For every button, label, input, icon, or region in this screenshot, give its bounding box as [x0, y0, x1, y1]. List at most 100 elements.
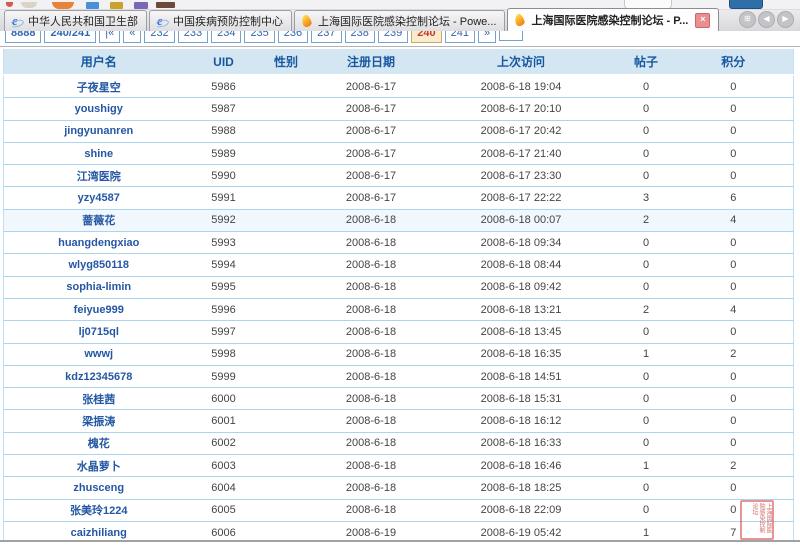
- pagination-page-240[interactable]: 240: [411, 31, 441, 43]
- uid-cell: 5995: [194, 276, 254, 298]
- browser-tab[interactable]: 中华人民共和国卫生部: [4, 10, 147, 31]
- uid-cell: 5990: [194, 165, 254, 187]
- credits-cell: 0: [674, 276, 794, 298]
- pagination-page-239[interactable]: 239: [378, 31, 408, 43]
- username-link[interactable]: 张桂茜: [82, 394, 115, 406]
- last-visit-cell: 2008-6-18 19:04: [424, 75, 619, 98]
- last-visit-cell: 2008-6-18 16:35: [424, 343, 619, 365]
- tab-label: 中华人民共和国卫生部: [28, 13, 138, 29]
- pagination-page-232[interactable]: 232: [144, 31, 174, 43]
- username-link[interactable]: zhusceng: [73, 482, 124, 494]
- username-link[interactable]: 江湾医院: [77, 171, 121, 183]
- reg-date-cell: 2008-6-18: [319, 254, 424, 276]
- uid-cell: 6001: [194, 410, 254, 432]
- gender-cell: [254, 455, 319, 477]
- quick-tabs-icon[interactable]: ⊞: [739, 11, 756, 28]
- ie-icon: [155, 15, 169, 28]
- posts-cell: 0: [619, 321, 674, 343]
- browser-tab[interactable]: 上海国际医院感染控制论坛 - P... ×: [507, 8, 719, 31]
- reg-date-cell: 2008-6-18: [319, 276, 424, 298]
- tab-scroll-left-icon[interactable]: ◀: [758, 11, 775, 28]
- username-cell: yzy4587: [4, 187, 194, 209]
- table-row: youshigy59872008-6-172008-6-17 20:1000: [4, 98, 794, 120]
- pagination-prev-button[interactable]: «: [123, 31, 141, 43]
- username-link[interactable]: 梁振涛: [82, 416, 115, 428]
- posts-cell: 0: [619, 142, 674, 164]
- pagination-page-233[interactable]: 233: [178, 31, 208, 43]
- reg-date-cell: 2008-6-17: [319, 75, 424, 98]
- gender-cell: [254, 142, 319, 164]
- table-row: 梁振涛60012008-6-182008-6-18 16:1200: [4, 410, 794, 432]
- last-visit-cell: 2008-6-17 23:30: [424, 165, 619, 187]
- tab-label: 中国疾病预防控制中心: [173, 13, 283, 29]
- username-link[interactable]: youshigy: [75, 103, 123, 115]
- pagination-page-237[interactable]: 237: [311, 31, 341, 43]
- reg-date-cell: 2008-6-18: [319, 477, 424, 499]
- username-link[interactable]: kdz12345678: [65, 371, 132, 383]
- browser-tab[interactable]: 上海国际医院感染控制论坛 - Powe...: [294, 10, 505, 31]
- uid-cell: 6002: [194, 432, 254, 454]
- username-link[interactable]: shine: [84, 148, 113, 160]
- go-button-partial: [729, 0, 763, 9]
- last-visit-cell: 2008-6-18 00:07: [424, 209, 619, 231]
- column-header: 性别: [254, 49, 319, 75]
- browser-window: 中华人民共和国卫生部 中国疾病预防控制中心 上海国际医院感染控制论坛 - Pow…: [0, 0, 800, 545]
- username-link[interactable]: yzy4587: [78, 192, 120, 204]
- username-link[interactable]: sophia-limin: [66, 281, 131, 293]
- table-row: kdz1234567859992008-6-182008-6-18 14:510…: [4, 365, 794, 387]
- username-link[interactable]: wlyg850118: [68, 259, 129, 271]
- credits-cell: 6: [674, 187, 794, 209]
- column-header: 帖子: [619, 49, 674, 75]
- username-link[interactable]: huangdengxiao: [58, 237, 139, 249]
- pagination-first-button[interactable]: |«: [99, 31, 120, 43]
- username-link[interactable]: 张美玲1224: [70, 505, 127, 517]
- credits-cell: 0: [674, 232, 794, 254]
- last-visit-cell: 2008-6-18 13:45: [424, 321, 619, 343]
- tab-label: 上海国际医院感染控制论坛 - Powe...: [318, 13, 496, 29]
- gender-cell: [254, 365, 319, 387]
- table-body: 子夜星空59862008-6-172008-6-18 19:0400youshi…: [4, 75, 794, 545]
- username-link[interactable]: 水晶萝卜: [77, 461, 121, 473]
- uid-cell: 6005: [194, 499, 254, 521]
- column-header: 用户名: [4, 49, 194, 75]
- pagination-next-button[interactable]: »: [478, 31, 496, 43]
- uid-cell: 5998: [194, 343, 254, 365]
- last-visit-cell: 2008-6-18 09:42: [424, 276, 619, 298]
- reg-date-cell: 2008-6-18: [319, 388, 424, 410]
- reg-date-cell: 2008-6-17: [319, 98, 424, 120]
- gender-cell: [254, 276, 319, 298]
- posts-cell: 0: [619, 410, 674, 432]
- browser-tab[interactable]: 中国疾病预防控制中心: [149, 10, 292, 31]
- pagination-page-234[interactable]: 234: [211, 31, 241, 43]
- gender-cell: [254, 477, 319, 499]
- tab-scroll-right-icon[interactable]: ▶: [777, 11, 794, 28]
- username-link[interactable]: jingyunanren: [64, 125, 133, 137]
- pagination: 8888240/241|««23223323423523623723823924…: [5, 31, 523, 43]
- posts-cell: 2: [619, 298, 674, 320]
- close-icon[interactable]: ×: [695, 13, 710, 28]
- pagination-page-241[interactable]: 241: [445, 31, 475, 43]
- column-header: 上次访问: [424, 49, 619, 75]
- username-link[interactable]: feiyue999: [74, 304, 124, 316]
- credits-cell: 0: [674, 388, 794, 410]
- table-row: 张美玲122460052008-6-182008-6-18 22:0900: [4, 499, 794, 521]
- last-visit-cell: 2008-6-18 14:51: [424, 365, 619, 387]
- username-link[interactable]: 蔷薇花: [82, 215, 115, 227]
- flame-icon: [300, 15, 314, 28]
- pagination-page-235[interactable]: 235: [244, 31, 274, 43]
- table-row: wwwj59982008-6-182008-6-18 16:3512: [4, 343, 794, 365]
- username-link[interactable]: caizhiliang: [71, 527, 127, 539]
- pagination-indicator: 240/241: [44, 31, 96, 43]
- page-jump-input[interactable]: [499, 31, 523, 41]
- pagination-page-238[interactable]: 238: [345, 31, 375, 43]
- posts-cell: 0: [619, 432, 674, 454]
- posts-cell: 0: [619, 388, 674, 410]
- posts-cell: 0: [619, 499, 674, 521]
- username-link[interactable]: 子夜星空: [77, 82, 121, 94]
- username-link[interactable]: wwwj: [84, 348, 113, 360]
- username-link[interactable]: lj0715ql: [79, 326, 119, 338]
- uid-cell: 5999: [194, 365, 254, 387]
- username-link[interactable]: 槐花: [88, 438, 110, 450]
- credits-cell: 2: [674, 455, 794, 477]
- pagination-page-236[interactable]: 236: [278, 31, 308, 43]
